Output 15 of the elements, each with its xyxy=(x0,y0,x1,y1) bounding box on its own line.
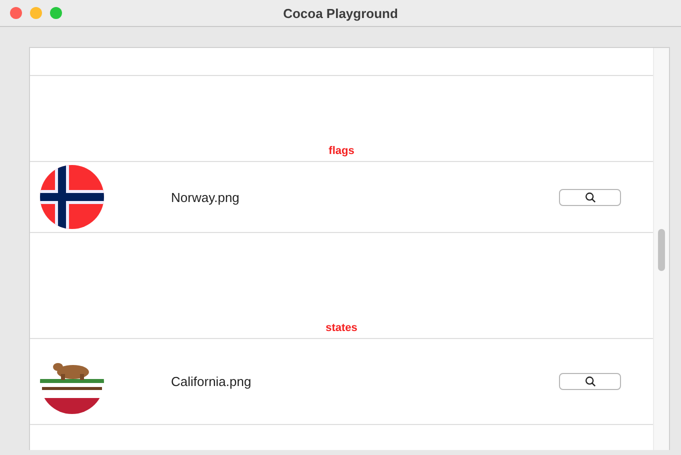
section-header: states xyxy=(326,322,358,334)
preview-button[interactable] xyxy=(559,373,621,390)
table-row[interactable]: Norway.png xyxy=(30,162,653,233)
table-row[interactable]: California.png xyxy=(30,339,653,425)
close-button[interactable] xyxy=(10,7,22,19)
section-header: flags xyxy=(328,145,354,157)
search-icon xyxy=(584,376,596,387)
zoom-button[interactable] xyxy=(50,7,62,19)
scroll-thumb[interactable] xyxy=(658,229,665,271)
search-icon xyxy=(584,192,596,202)
preview-button[interactable] xyxy=(559,188,621,206)
window-title: Cocoa Playground xyxy=(283,6,398,20)
minimize-button[interactable] xyxy=(30,7,42,19)
file-name: Norway.png xyxy=(171,190,240,204)
file-name: California.png xyxy=(171,374,252,389)
